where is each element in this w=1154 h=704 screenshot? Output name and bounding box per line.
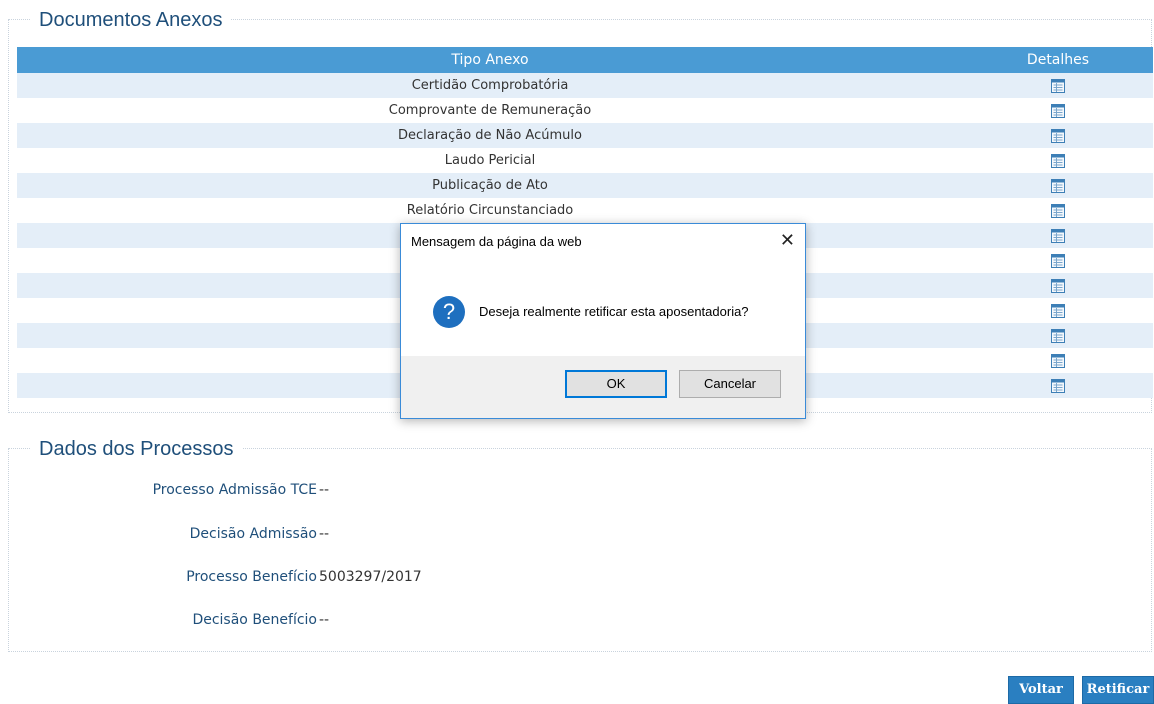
- table-row: Publicação de Ato: [17, 173, 1153, 198]
- detalhes-cell: [963, 223, 1153, 248]
- document-list-icon[interactable]: [1050, 103, 1066, 119]
- decisao-admissao-value: --: [319, 526, 330, 542]
- dialog-footer: OK Cancelar: [401, 356, 805, 418]
- cancel-button[interactable]: Cancelar: [679, 370, 781, 398]
- table-row: Laudo Pericial: [17, 148, 1153, 173]
- decisao-beneficio-label: Decisão Benefício: [192, 612, 317, 628]
- processo-admissao-label: Processo Admissão TCE: [152, 482, 317, 498]
- table-row: Relatório Circunstanciado: [17, 198, 1153, 223]
- tipo-anexo-cell: Relatório Circunstanciado: [17, 198, 963, 223]
- detalhes-cell: [963, 248, 1153, 273]
- detalhes-cell: [963, 123, 1153, 148]
- document-list-icon[interactable]: [1050, 128, 1066, 144]
- retificar-button[interactable]: Retificar: [1082, 676, 1154, 704]
- processo-beneficio-value: 5003297/2017: [319, 569, 422, 585]
- detalhes-cell: [963, 298, 1153, 323]
- document-list-icon[interactable]: [1050, 178, 1066, 194]
- document-list-icon[interactable]: [1050, 203, 1066, 219]
- document-list-icon[interactable]: [1050, 253, 1066, 269]
- detalhes-cell: [963, 173, 1153, 198]
- detalhes-cell: [963, 73, 1153, 98]
- tipo-anexo-cell: Publicação de Ato: [17, 173, 963, 198]
- document-list-icon[interactable]: [1050, 353, 1066, 369]
- processo-beneficio-label: Processo Benefício: [186, 569, 317, 585]
- detalhes-cell: [963, 273, 1153, 298]
- question-icon: ?: [433, 296, 465, 328]
- dados-processos-section: Dados dos Processos Processo Admissão TC…: [8, 437, 1152, 652]
- document-list-icon[interactable]: [1050, 303, 1066, 319]
- detalhes-cell: [963, 323, 1153, 348]
- detalhes-cell: [963, 98, 1153, 123]
- dialog-message: Deseja realmente retificar esta aposenta…: [479, 304, 749, 319]
- detalhes-cell: [963, 198, 1153, 223]
- decisao-admissao-label: Decisão Admissão: [189, 526, 317, 542]
- detalhes-cell: [963, 348, 1153, 373]
- processo-admissao-value: --: [319, 482, 330, 498]
- table-row: Comprovante de Remuneração: [17, 98, 1153, 123]
- document-list-icon[interactable]: [1050, 328, 1066, 344]
- ok-button[interactable]: OK: [565, 370, 667, 398]
- tipo-anexo-cell: Laudo Pericial: [17, 148, 963, 173]
- document-list-icon[interactable]: [1050, 153, 1066, 169]
- voltar-button[interactable]: Voltar: [1008, 676, 1074, 704]
- dados-processos-legend: Dados dos Processos: [31, 437, 242, 461]
- detalhes-cell: [963, 148, 1153, 173]
- col-detalhes: Detalhes: [963, 47, 1153, 73]
- tipo-anexo-cell: Declaração de Não Acúmulo: [17, 123, 963, 148]
- table-row: Declaração de Não Acúmulo: [17, 123, 1153, 148]
- decisao-beneficio-value: --: [319, 612, 330, 628]
- close-icon[interactable]: ✕: [780, 230, 795, 250]
- dialog-title: Mensagem da página da web: [411, 234, 582, 249]
- confirm-dialog: Mensagem da página da web ✕ ? Deseja rea…: [400, 223, 806, 419]
- tipo-anexo-cell: Comprovante de Remuneração: [17, 98, 963, 123]
- tipo-anexo-cell: Certidão Comprobatória: [17, 73, 963, 98]
- document-list-icon[interactable]: [1050, 378, 1066, 394]
- col-tipo-anexo: Tipo Anexo: [17, 47, 963, 73]
- table-row: Certidão Comprobatória: [17, 73, 1153, 98]
- document-list-icon[interactable]: [1050, 278, 1066, 294]
- documentos-anexos-legend: Documentos Anexos: [31, 8, 231, 32]
- document-list-icon[interactable]: [1050, 78, 1066, 94]
- detalhes-cell: [963, 373, 1153, 398]
- document-list-icon[interactable]: [1050, 228, 1066, 244]
